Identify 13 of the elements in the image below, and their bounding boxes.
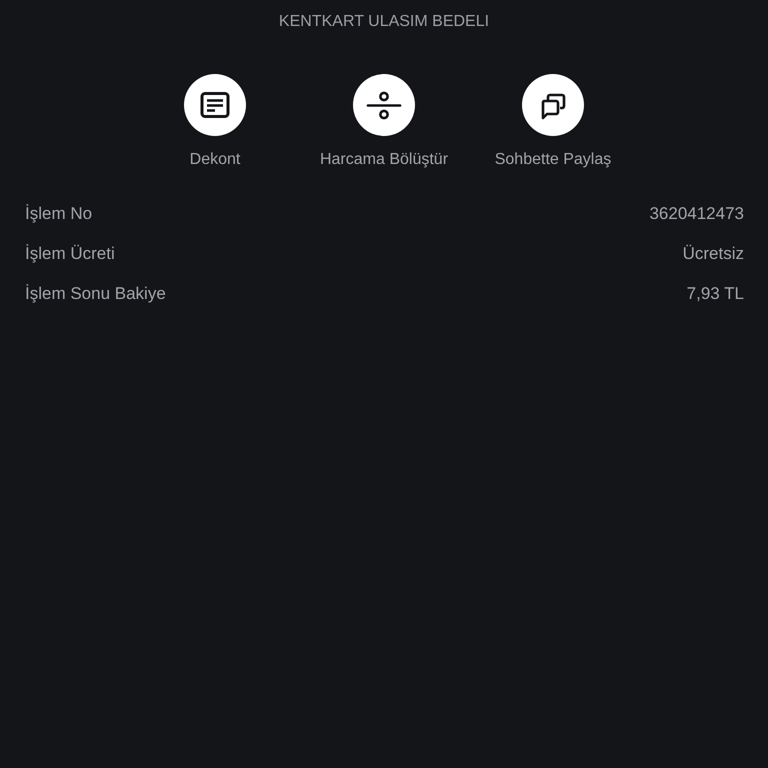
detail-value: 7,93 TL — [686, 284, 744, 304]
action-button[interactable]: Sohbette Paylaş — [494, 74, 612, 170]
screen-title: KENTKART ULASIM BEDELI — [278, 12, 490, 32]
action-button[interactable]: Dekont — [184, 74, 246, 170]
detail-value: Ücretsiz — [682, 244, 744, 264]
detail-label: İşlem No — [25, 204, 92, 224]
action-button[interactable]: Harcama Bölüştür — [320, 74, 448, 170]
detail-label: İşlem Ücreti — [25, 244, 115, 264]
chat-bubbles-icon — [522, 74, 584, 136]
document-icon — [184, 74, 246, 136]
detail-label: İşlem Sonu Bakiye — [25, 284, 166, 304]
divide-icon — [352, 74, 415, 136]
detail-value: 3620412473 — [649, 204, 744, 224]
